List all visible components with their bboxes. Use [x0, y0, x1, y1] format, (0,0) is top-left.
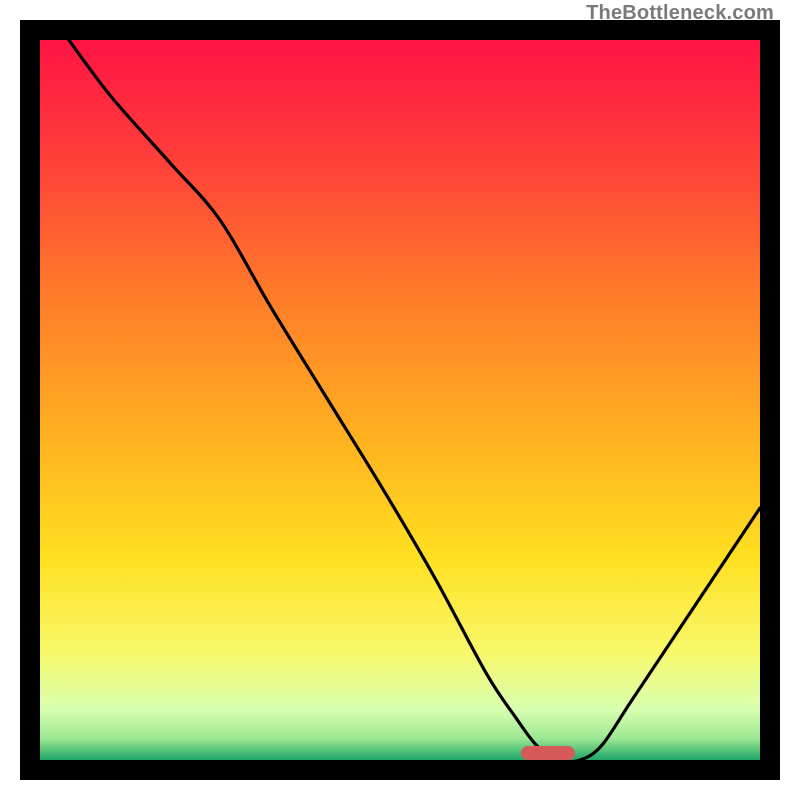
plot-area [40, 40, 760, 760]
chart-frame [20, 20, 780, 780]
minimum-marker [521, 746, 575, 760]
background-gradient [40, 40, 760, 760]
